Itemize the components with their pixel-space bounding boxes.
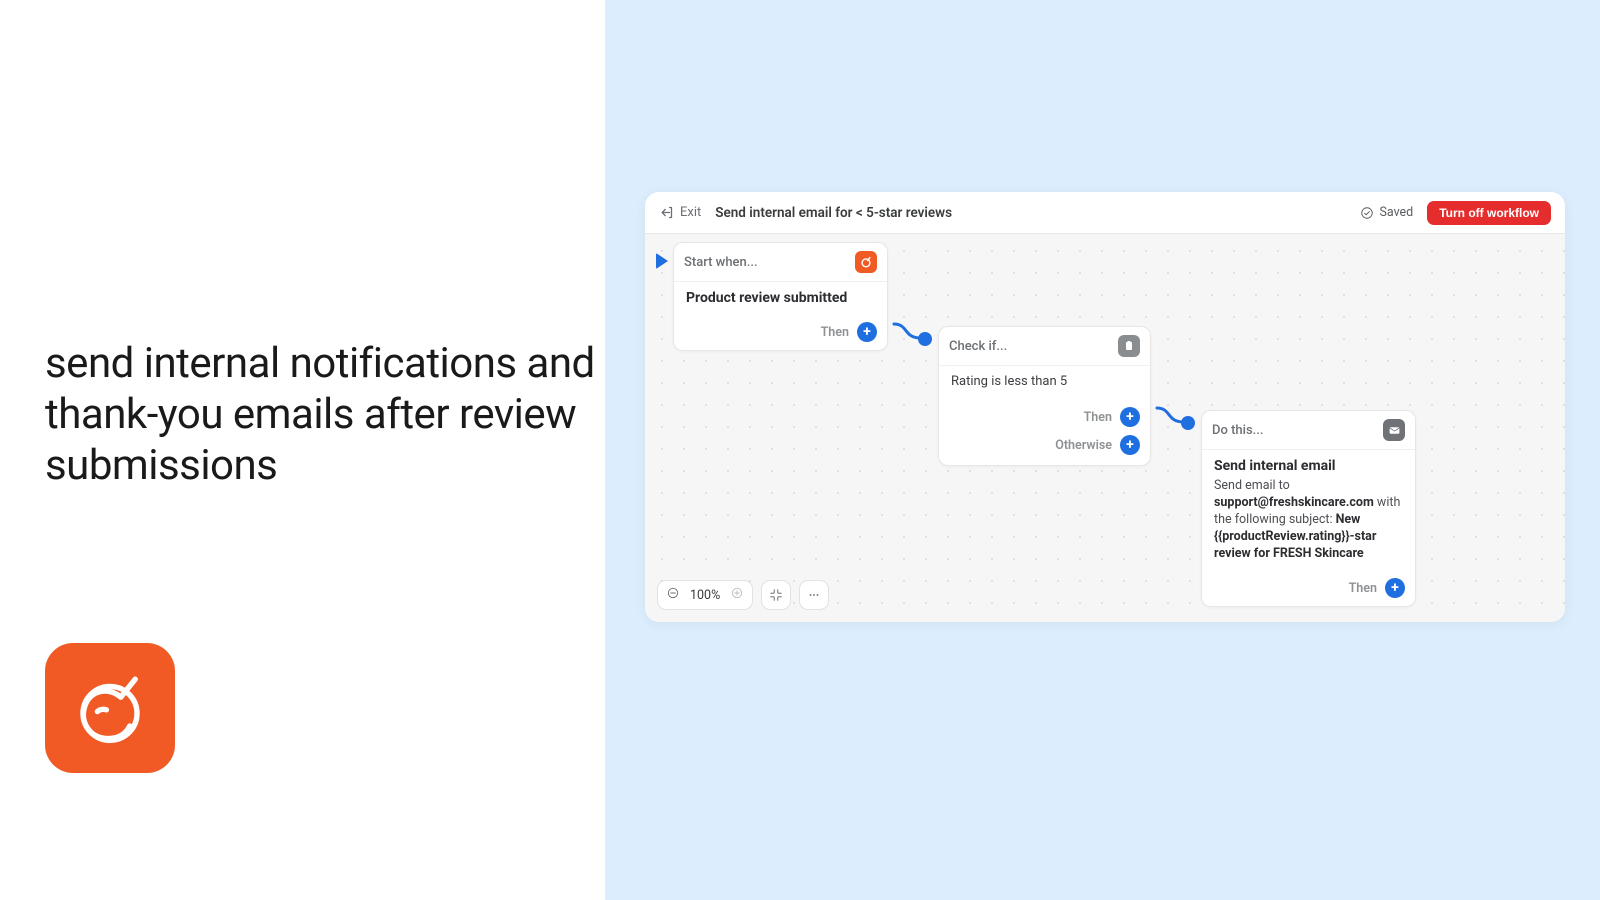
- add-step-button[interactable]: +: [857, 322, 877, 342]
- saved-status: Saved: [1360, 205, 1413, 220]
- condition-header-label: Check if...: [949, 339, 1007, 354]
- action-node-header: Do this...: [1202, 411, 1415, 449]
- trigger-node-footer: Then +: [674, 316, 887, 350]
- connector-dot: [918, 332, 932, 346]
- topbar: Exit Send internal email for < 5-star re…: [645, 192, 1565, 234]
- more-options-button[interactable]: [799, 580, 829, 610]
- clipboard-icon: [1118, 335, 1140, 357]
- connector-dot: [1181, 416, 1195, 430]
- then-label: Then: [1084, 410, 1112, 425]
- right-panel: Exit Send internal email for < 5-star re…: [605, 0, 1600, 900]
- trigger-node[interactable]: Start when... Product review submitted T…: [673, 242, 888, 351]
- condition-node-header: Check if...: [939, 327, 1150, 365]
- workflow-editor-window: Exit Send internal email for < 5-star re…: [645, 192, 1565, 622]
- add-next-step-button[interactable]: +: [1385, 578, 1405, 598]
- action-node[interactable]: Do this... Send internal email Send emai…: [1201, 410, 1416, 607]
- start-play-icon: [656, 253, 668, 269]
- condition-node[interactable]: Check if... Rating is less than 5 Then +…: [938, 326, 1151, 466]
- compress-icon: [769, 588, 783, 602]
- condition-node-body: Rating is less than 5: [939, 365, 1150, 399]
- zoom-in-button[interactable]: [730, 586, 744, 604]
- dots-icon: [807, 588, 821, 602]
- add-then-step-button[interactable]: +: [1120, 407, 1140, 427]
- trigger-node-body: Product review submitted: [674, 281, 887, 316]
- zoom-level-label: 100%: [690, 588, 720, 603]
- connector-1-2: [888, 314, 938, 350]
- action-node-footer: Then +: [1202, 572, 1415, 606]
- condition-rule-label: Rating is less than 5: [951, 374, 1138, 389]
- workflow-title: Send internal email for < 5-star reviews: [715, 205, 952, 221]
- turn-off-workflow-button[interactable]: Turn off workflow: [1427, 201, 1551, 225]
- add-otherwise-step-button[interactable]: +: [1120, 435, 1140, 455]
- check-circle-icon: [1360, 206, 1374, 220]
- brand-logo: [45, 643, 175, 773]
- exit-button[interactable]: Exit: [659, 205, 701, 220]
- unicorn-icon: [65, 663, 155, 753]
- zoom-out-button[interactable]: [666, 586, 680, 604]
- marketing-headline: send internal notifications and thank-yo…: [45, 338, 605, 492]
- trigger-header-label: Start when...: [684, 255, 758, 270]
- left-panel: send internal notifications and thank-yo…: [0, 0, 605, 900]
- exit-icon: [659, 205, 674, 220]
- zoom-controls: 100%: [657, 580, 829, 610]
- exit-label: Exit: [680, 205, 701, 220]
- email-icon: [1383, 419, 1405, 441]
- zoom-level-pill: 100%: [657, 580, 753, 610]
- action-header-label: Do this...: [1212, 423, 1264, 438]
- action-description: Send email to support@freshskincare.com …: [1214, 478, 1403, 562]
- app-badge-icon: [855, 251, 877, 273]
- otherwise-label: Otherwise: [1055, 438, 1112, 453]
- condition-otherwise-row: Otherwise +: [939, 433, 1150, 465]
- then-label: Then: [821, 325, 849, 340]
- workflow-canvas[interactable]: Start when... Product review submitted T…: [645, 234, 1565, 622]
- action-node-body: Send internal email Send email to suppor…: [1202, 449, 1415, 572]
- then-label: Then: [1349, 581, 1377, 596]
- trigger-event-label: Product review submitted: [686, 290, 875, 306]
- fit-view-button[interactable]: [761, 580, 791, 610]
- condition-then-row: Then +: [939, 399, 1150, 433]
- trigger-node-header: Start when...: [674, 243, 887, 281]
- saved-label: Saved: [1379, 205, 1413, 220]
- connector-2-3: [1151, 398, 1201, 434]
- action-title: Send internal email: [1214, 458, 1403, 474]
